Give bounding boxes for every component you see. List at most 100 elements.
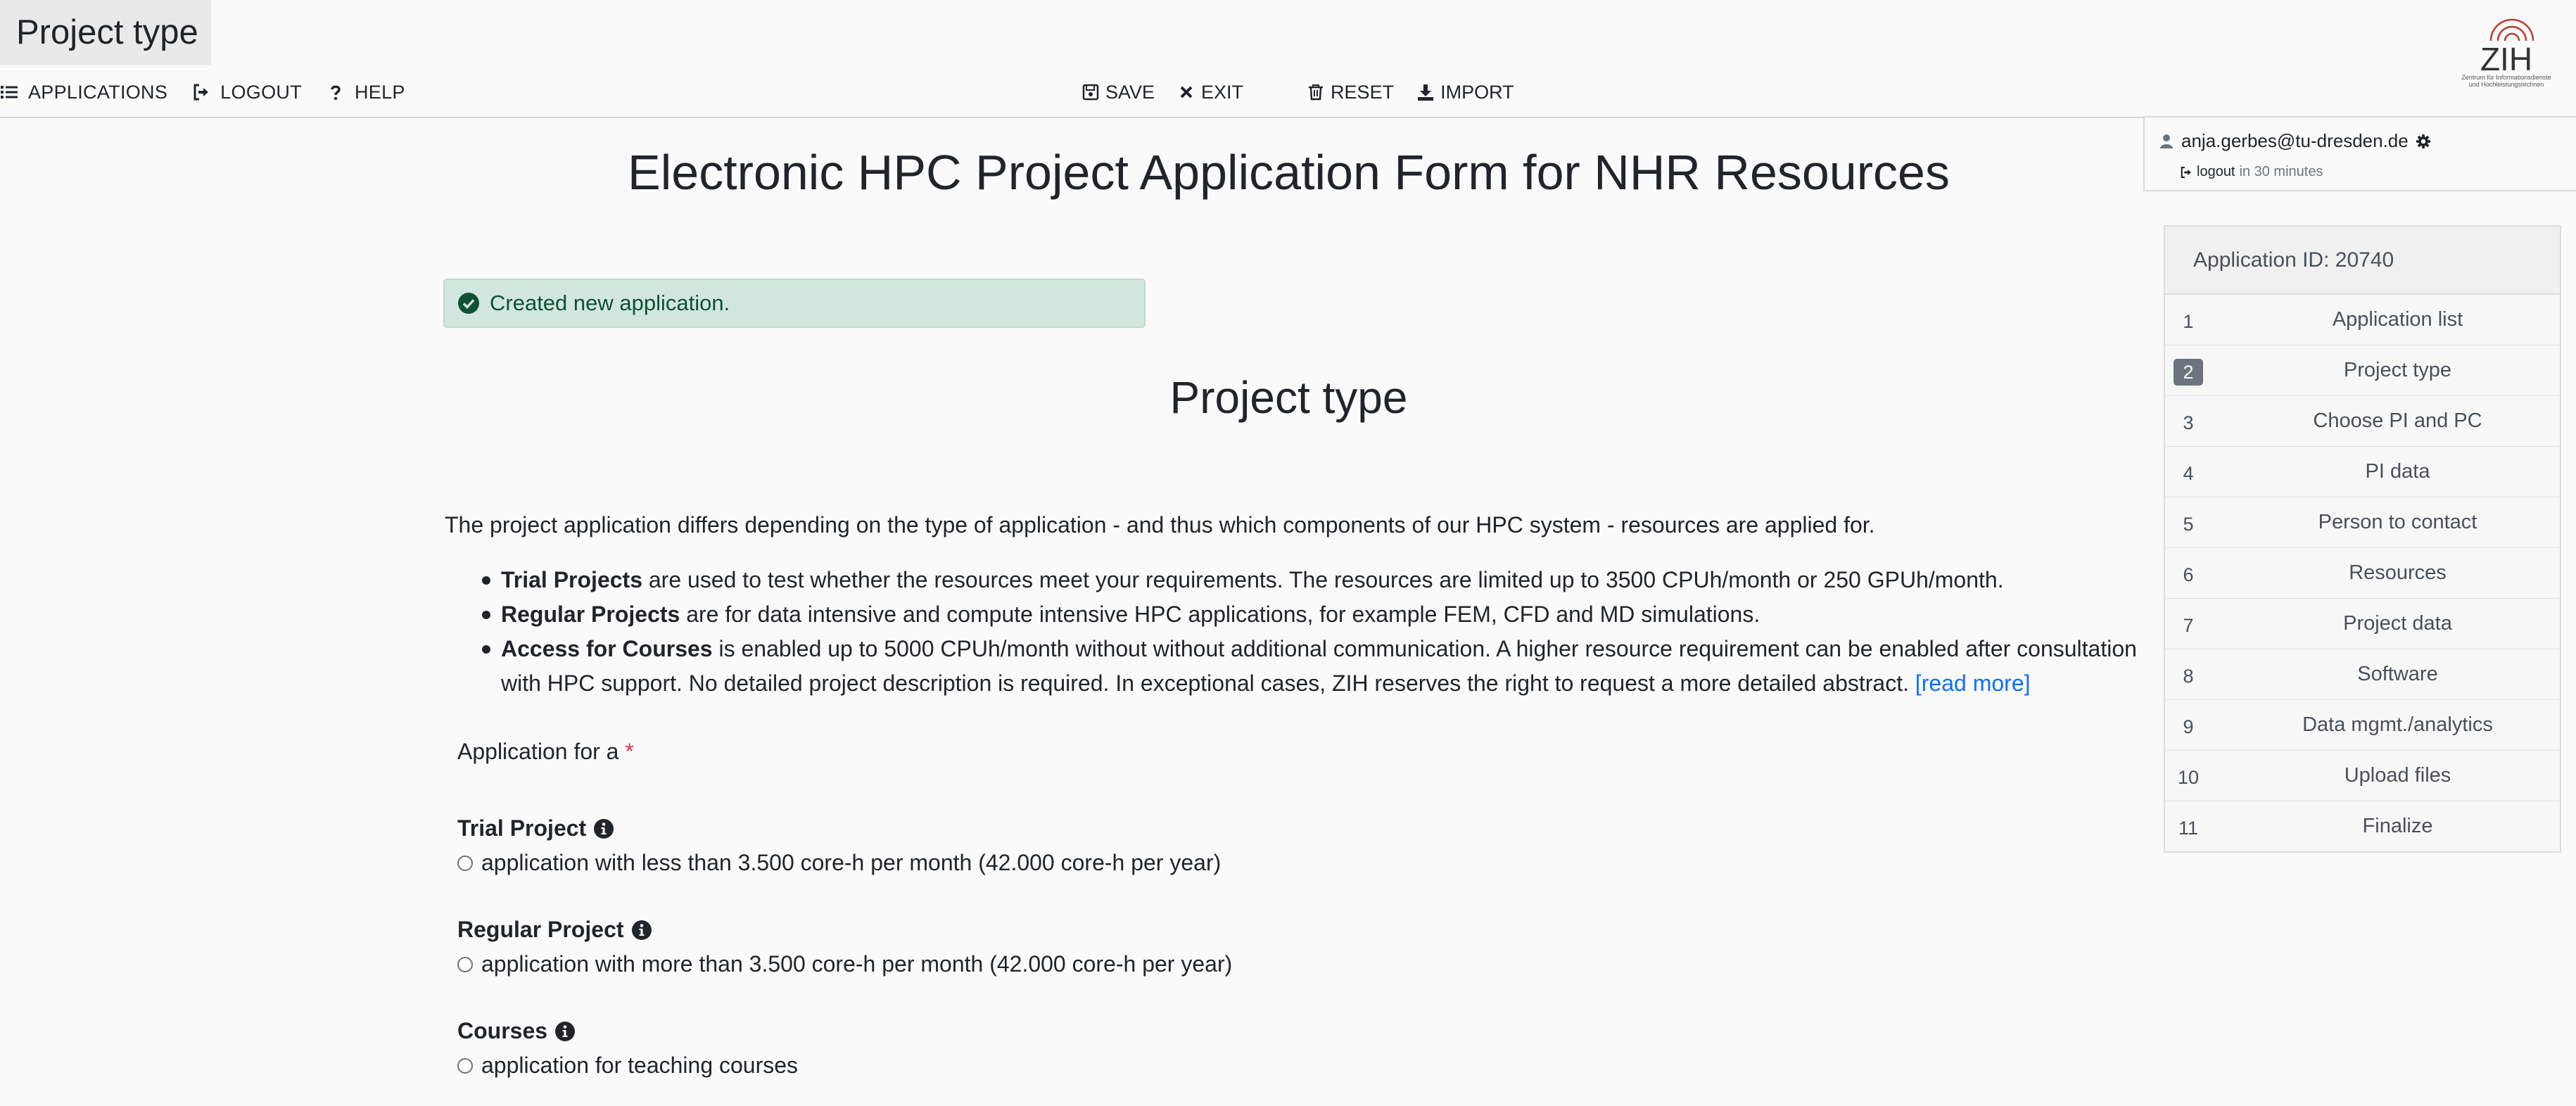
user-info: anja.gerbes@tu-dresden.de [2159,130,2431,152]
radio-button[interactable] [457,1057,473,1074]
step-item-resources[interactable]: 6 Resources [2165,548,2560,599]
save-button[interactable]: SAVE [1081,82,1155,103]
step-label: Project data [2343,612,2452,635]
reset-label: RESET [1331,81,1395,103]
bullet-text: are used to test whether the resources m… [642,567,2004,592]
info-icon[interactable] [593,818,614,839]
zih-logo: ZIH Zentrum für Informationsdienste und … [2442,14,2572,91]
regular-project-radio[interactable]: application with more than 3.500 core-h … [457,951,1232,977]
section-title: Project type [1169,372,1408,423]
option-description: application with more than 3.500 core-h … [481,951,1233,977]
step-number: 1 [2183,311,2194,332]
step-label: Project type [2343,359,2452,381]
step-number: 10 [2177,767,2200,788]
logout-link[interactable]: LOGOUT [192,82,302,103]
field-label: Application for a [457,739,619,764]
trial-project-title: Trial Project [457,815,614,841]
applications-label: APPLICATIONS [28,81,168,103]
step-number: 7 [2183,615,2194,636]
option-title: Trial Project [457,815,587,841]
step-item-pi-data[interactable]: 4 PI data [2165,447,2560,497]
save-icon [1081,83,1100,101]
step-item-software[interactable]: 8 Software [2165,649,2560,700]
step-item-project-type[interactable]: 2 Project type [2165,345,2560,396]
step-label: Upload files [2344,764,2451,787]
regular-project-title: Regular Project [457,917,652,943]
sign-out-icon [192,83,210,101]
save-label: SAVE [1105,81,1155,103]
step-number: 11 [2178,818,2199,839]
radio-button[interactable] [457,956,473,972]
page-tab-title: Project type [0,0,211,65]
trash-icon [1307,83,1325,101]
courses-title: Courses [457,1018,576,1044]
reset-button[interactable]: RESET [1307,82,1394,103]
header-divider [0,117,2145,118]
project-type-bullets: Trial Projects are used to test whether … [482,563,2143,701]
download-icon [1416,83,1435,101]
toolbar: SAVE EXIT RESET IMPORT [1081,75,1514,109]
top-nav: APPLICATIONS LOGOUT HELP [0,75,430,109]
sign-out-icon [2180,166,2193,179]
close-icon [1177,83,1195,101]
step-item-person-to-contact[interactable]: 5 Person to contact [2165,497,2560,548]
step-item-choose-pi-pc[interactable]: 3 Choose PI and PC [2165,396,2560,447]
logo-subtitle-1: Zentrum für Informationsdienste [2461,74,2551,81]
step-label: Application list [2332,308,2463,331]
bullet-term: Regular Projects [501,602,680,627]
logo-text: ZIH [2480,41,2532,77]
step-label: Finalize [2362,815,2433,837]
step-label: PI data [2365,460,2430,483]
gear-icon[interactable] [2416,134,2431,149]
info-icon[interactable] [554,1021,576,1042]
user-icon [2159,134,2174,149]
intro-text: The project application differs dependin… [445,512,1875,538]
step-item-project-data[interactable]: 7 Project data [2165,599,2560,649]
step-item-data-mgmt[interactable]: 9 Data mgmt./analytics [2165,700,2560,751]
import-button[interactable]: IMPORT [1416,82,1514,103]
trial-project-radio[interactable]: application with less than 3.500 core-h … [457,850,1221,876]
option-description: application with less than 3.500 core-h … [481,850,1222,875]
step-item-finalize[interactable]: 11 Finalize [2165,801,2560,851]
step-label: Software [2357,663,2438,685]
step-label: Choose PI and PC [2313,409,2482,432]
alert-message: Created new application. [490,291,730,315]
help-label: HELP [354,81,405,103]
step-item-upload-files[interactable]: 10 Upload files [2165,751,2560,801]
list-item: Access for Courses is enabled up to 5000… [482,632,2143,701]
import-label: IMPORT [1440,81,1514,103]
check-circle-icon [457,292,480,314]
list-item: Regular Projects are for data intensive … [482,597,2143,632]
user-panel: anja.gerbes@tu-dresden.de logout in 30 m… [2143,116,2576,191]
logo-subtitle-2: und Hochleistungsrechnen [2469,81,2544,88]
info-icon[interactable] [631,920,652,941]
logout-link-small[interactable]: logout [2197,164,2235,180]
success-alert: Created new application. [443,279,1146,328]
application-for-label: Application for a * [457,739,634,765]
exit-button[interactable]: EXIT [1177,82,1243,103]
read-more-link[interactable]: [read more] [1915,670,2031,696]
step-number: 6 [2183,564,2194,585]
user-email: anja.gerbes@tu-dresden.de [2181,130,2409,151]
option-description: application for teaching courses [481,1053,799,1078]
session-logout[interactable]: logout in 30 minutes [2180,164,2323,180]
logout-label: LOGOUT [220,81,302,103]
step-navigation: Application ID: 20740 1 Application list… [2164,225,2561,853]
help-link[interactable]: HELP [326,82,405,103]
option-title: Courses [457,1018,548,1043]
option-title: Regular Project [457,917,624,942]
step-label: Data mgmt./analytics [2302,713,2493,736]
logout-timer: in 30 minutes [2239,164,2323,179]
bullet-text: is enabled up to 5000 CPUh/month without… [501,636,2137,696]
step-number: 8 [2183,666,2194,687]
step-number: 9 [2183,716,2194,737]
step-label: Resources [2349,561,2447,584]
radio-button[interactable] [457,855,473,871]
bullet-term: Trial Projects [501,567,642,592]
applications-link[interactable]: APPLICATIONS [0,82,167,103]
step-item-application-list[interactable]: 1 Application list [2165,295,2560,345]
step-label: Person to contact [2318,511,2477,533]
courses-radio[interactable]: application for teaching courses [457,1053,798,1079]
step-number: 5 [2183,514,2194,535]
list-icon [0,83,18,101]
